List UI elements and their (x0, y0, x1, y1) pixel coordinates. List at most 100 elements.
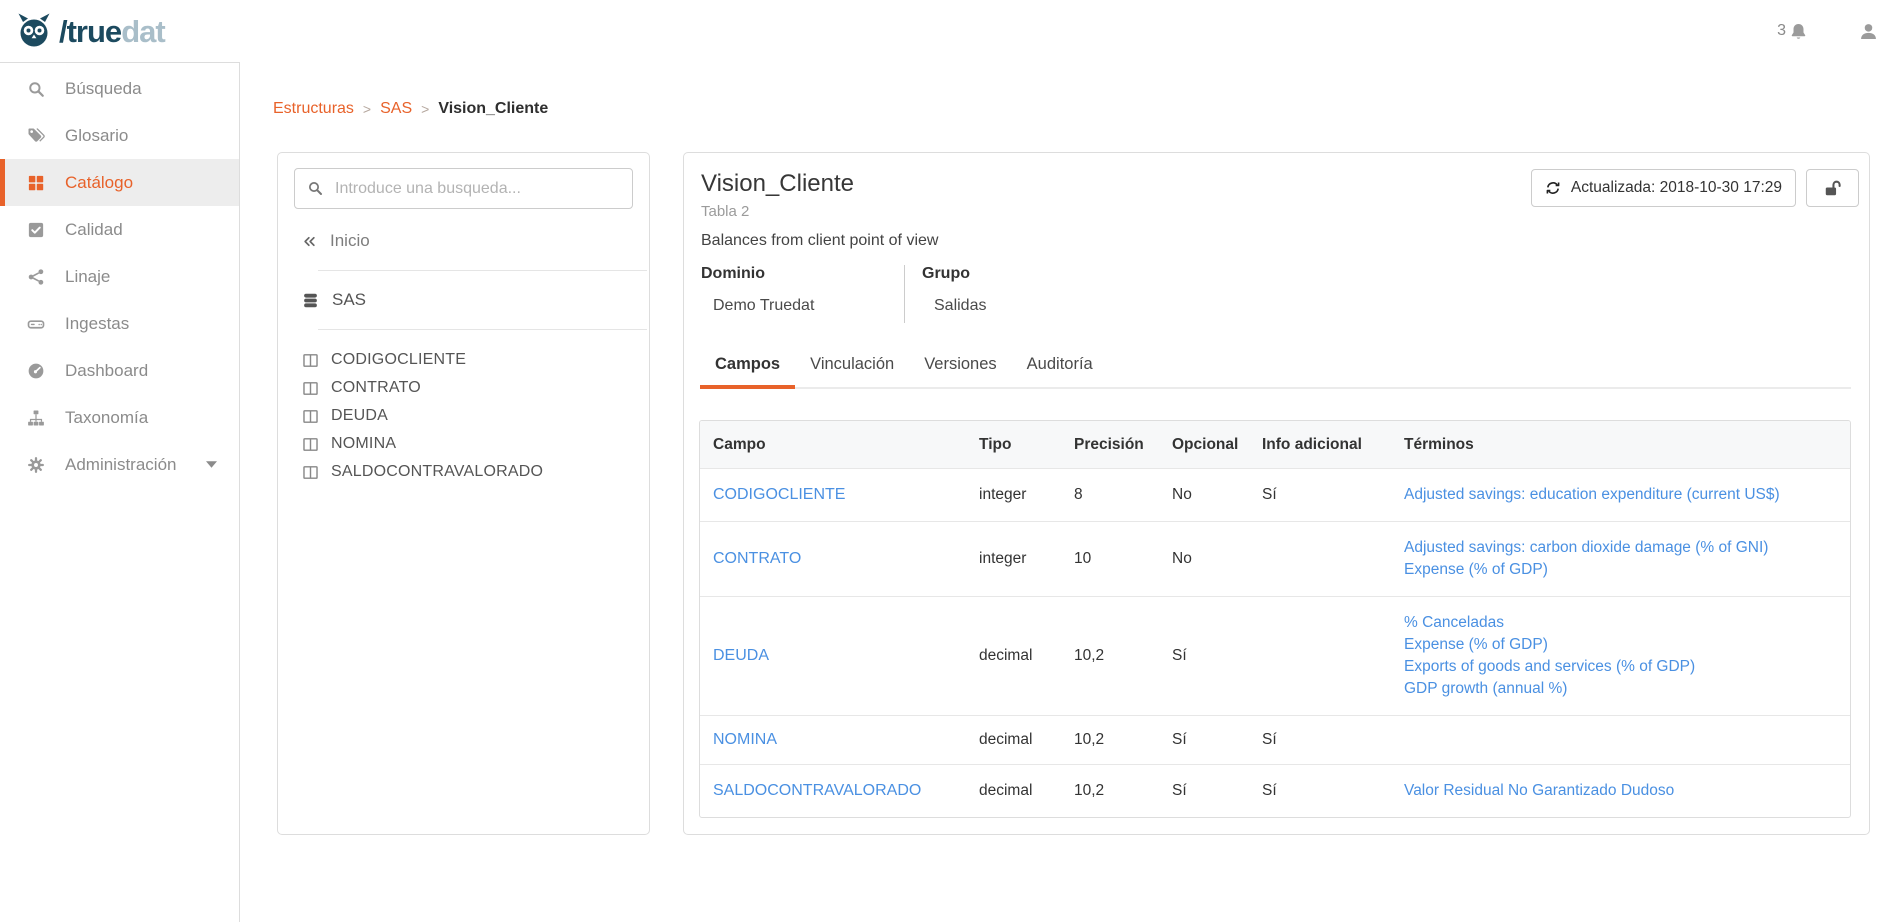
term-link[interactable]: Expense (% of GDP) (1404, 559, 1838, 581)
refresh-updated-button[interactable]: Actualizada: 2018-10-30 17:29 (1531, 169, 1796, 207)
explorer-system-sas[interactable]: SAS (302, 290, 633, 310)
term-link[interactable]: Valor Residual No Garantizado Dudoso (1404, 780, 1838, 802)
drive-icon (27, 315, 45, 333)
field-precision: 10,2 (1061, 647, 1159, 665)
term-link[interactable]: % Canceladas (1404, 612, 1838, 634)
explorer-table-list: CODIGOCLIENTE CONTRATO DEUDA NOMINASALDOCON… (278, 346, 649, 486)
tree-item-deuda[interactable]: DEUDA (278, 402, 649, 430)
divider (318, 329, 647, 330)
fields-table-header: CampoTipoPrecisiónOpcionalInfo adicional… (700, 421, 1850, 468)
sidebar-item-ingestas[interactable]: Ingestas (0, 300, 239, 347)
field-type: decimal (966, 731, 1061, 749)
field-name-link[interactable]: CODIGOCLIENTE (713, 486, 845, 503)
breadcrumb-link[interactable]: Estructuras (273, 100, 354, 118)
table-icon (302, 352, 319, 369)
sidebar-item-label: Búsqueda (65, 79, 142, 99)
main-content: Estructuras > SAS > Vision_Cliente Inicio SA… (241, 62, 1897, 922)
domain-value: Demo Truedat (713, 297, 904, 315)
field-type: integer (966, 486, 1061, 504)
term-link[interactable]: Adjusted savings: education expenditure … (1404, 484, 1838, 506)
field-precision: 10,2 (1061, 731, 1159, 749)
sidebar-item-label: Dashboard (65, 361, 148, 381)
tree-item-codigocliente[interactable]: CODIGOCLIENTE (278, 346, 649, 374)
search-icon (307, 180, 323, 196)
sidebar-item-administracion[interactable]: Administración (0, 441, 239, 488)
tree-item-label: CONTRATO (331, 379, 421, 397)
domain-block: Dominio Demo Truedat (701, 265, 904, 323)
tree-item-nomina[interactable]: NOMINA (278, 430, 649, 458)
tree-item-saldocontravalorado[interactable]: SALDOCONTRAVALORADO (278, 458, 649, 486)
sidebar-item-taxonomia[interactable]: Taxonomía (0, 394, 239, 441)
grid-icon (27, 174, 45, 192)
field-name-link[interactable]: NOMINA (713, 731, 777, 748)
breadcrumb-separator: > (363, 101, 371, 117)
check-square-icon (27, 221, 45, 239)
field-row: NOMINAdecimal10,2SíSí (700, 715, 1850, 764)
sidebar: Búsqueda GlosarioCatálogo Calidad Linaje Ing… (0, 62, 240, 922)
domain-label: Dominio (701, 265, 904, 283)
tab-auditoria[interactable]: Auditoría (1012, 349, 1108, 387)
logo-wordmark: /truedat (59, 16, 165, 47)
notifications-button[interactable]: 3 (1777, 22, 1808, 41)
field-optional: Sí (1159, 731, 1249, 749)
field-name-cell: SALDOCONTRAVALORADO (700, 782, 966, 800)
field-type: decimal (966, 782, 1061, 800)
header-actions: 3 (1777, 21, 1883, 42)
database-icon (302, 292, 319, 309)
bell-icon (1789, 22, 1808, 41)
field-name-cell: CODIGOCLIENTE (700, 486, 966, 504)
breadcrumb-separator: > (421, 101, 429, 117)
explorer-back-home[interactable]: Inicio (302, 231, 633, 251)
search-icon (27, 80, 45, 98)
term-link[interactable]: Expense (% of GDP) (1404, 634, 1838, 656)
column-header: Términos (1391, 436, 1850, 454)
field-precision: 10,2 (1061, 782, 1159, 800)
detail-actions: Actualizada: 2018-10-30 17:29 (1531, 169, 1859, 207)
field-additional-info: Sí (1249, 731, 1391, 749)
column-header: Info adicional (1249, 436, 1391, 454)
breadcrumb: Estructuras > SAS > Vision_Cliente (273, 100, 548, 118)
tree-item-label: CODIGOCLIENTE (331, 351, 466, 369)
term-link[interactable]: Exports of goods and services (% of GDP) (1404, 656, 1838, 678)
sidebar-item-calidad[interactable]: Calidad (0, 206, 239, 253)
user-icon (1858, 21, 1879, 42)
sidebar-item-linaje[interactable]: Linaje (0, 253, 239, 300)
field-name-link[interactable]: CONTRATO (713, 550, 801, 567)
tab-vinculacion[interactable]: Vinculación (795, 349, 909, 387)
tab-campos[interactable]: Campos (700, 349, 795, 387)
sidebar-item-glosario[interactable]: Glosario (0, 112, 239, 159)
sidebar-item-label: Calidad (65, 220, 123, 240)
tab-versiones[interactable]: Versiones (909, 349, 1011, 387)
field-terms-cell: % CanceladasExpense (% of GDP)Exports of… (1391, 612, 1850, 700)
field-row: CONTRATOinteger10NoAdjusted savings: car… (700, 521, 1850, 596)
sidebar-item-label: Linaje (65, 267, 110, 287)
term-link[interactable]: Adjusted savings: carbon dioxide damage … (1404, 537, 1838, 559)
field-name-link[interactable]: SALDOCONTRAVALORADO (713, 782, 921, 799)
sidebar-item-dashboard[interactable]: Dashboard (0, 347, 239, 394)
truedat-logo[interactable]: /truedat (14, 11, 165, 51)
breadcrumb-current: Vision_Cliente (438, 100, 548, 118)
structure-description: Balances from client point of view (701, 232, 1852, 250)
field-additional-info: Sí (1249, 782, 1391, 800)
refresh-icon (1545, 180, 1561, 196)
column-header: Campo (700, 436, 966, 454)
owl-logo-icon (14, 11, 54, 51)
sitemap-icon (27, 409, 45, 427)
structure-detail-panel: Vision_Cliente Tabla 2 Actualizada: 2018… (683, 152, 1870, 835)
explorer-search-input[interactable] (294, 168, 633, 209)
field-terms-cell: Valor Residual No Garantizado Dudoso (1391, 780, 1850, 802)
lock-toggle-button[interactable] (1806, 169, 1859, 207)
user-menu-button[interactable] (1858, 21, 1879, 42)
field-name-link[interactable]: DEUDA (713, 647, 769, 664)
tree-item-label: DEUDA (331, 407, 388, 425)
field-precision: 8 (1061, 486, 1159, 504)
sidebar-item-catalogo[interactable]: Catálogo (0, 159, 239, 206)
sidebar-item-label: Taxonomía (65, 408, 148, 428)
tree-item-contrato[interactable]: CONTRATO (278, 374, 649, 402)
share-icon (27, 268, 45, 286)
term-link[interactable]: GDP growth (annual %) (1404, 678, 1838, 700)
sidebar-item-busqueda[interactable]: Búsqueda (0, 65, 239, 112)
breadcrumb-link[interactable]: SAS (380, 100, 412, 118)
field-optional: Sí (1159, 782, 1249, 800)
field-type: integer (966, 550, 1061, 568)
